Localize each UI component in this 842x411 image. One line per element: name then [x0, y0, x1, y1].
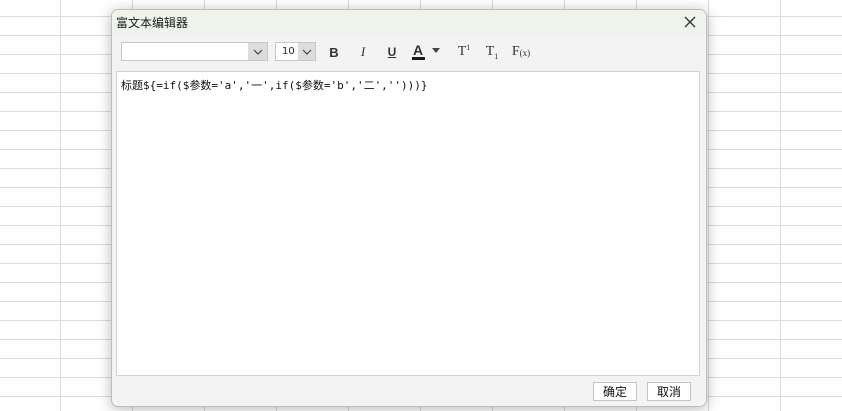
bold-button[interactable]: B [324, 42, 344, 62]
formula-button[interactable]: F (x) [509, 42, 533, 62]
superscript-icon: T [457, 44, 467, 59]
dialog-titlebar[interactable]: 富文本编辑器 [112, 10, 706, 34]
superscript-button[interactable]: T1 [453, 42, 475, 62]
editor-text: 标题${=if($参数='a','一',if($参数='b','二','')))… [121, 79, 428, 92]
close-icon [684, 16, 696, 28]
underline-button[interactable]: U [382, 42, 402, 62]
font-color-swatch [412, 57, 425, 60]
rich-text-editor-dialog: 富文本编辑器 10 B I U A T 1 T 1 F (x) 标题${=if(… [111, 9, 707, 407]
font-color-button[interactable]: A [410, 42, 444, 62]
chevron-down-icon [253, 49, 262, 55]
superscript-mark: 1 [466, 42, 471, 52]
font-size-value: 10 [282, 46, 295, 57]
subscript-icon: T [485, 44, 495, 59]
format-toolbar: 10 B I U A T1 T1 F (x) [112, 34, 706, 68]
subscript-mark: 1 [494, 51, 499, 61]
editor-content-area[interactable]: 标题${=if($参数='a','一',if($参数='b','二','')))… [116, 71, 700, 376]
font-family-dropdown-button[interactable] [248, 43, 267, 60]
italic-button[interactable]: I [353, 42, 373, 62]
caret-down-icon [432, 48, 440, 53]
ok-button[interactable]: 确定 [593, 382, 637, 401]
subscript-button[interactable]: T1 [481, 42, 503, 62]
cancel-button[interactable]: 取消 [647, 382, 691, 401]
font-size-select[interactable]: 10 [275, 42, 316, 61]
formula-mark: (x) [519, 48, 531, 58]
font-color-icon: A [413, 42, 424, 58]
close-button[interactable] [681, 13, 699, 31]
chevron-down-icon [302, 49, 311, 55]
dialog-title: 富文本编辑器 [116, 16, 189, 30]
font-family-select[interactable] [121, 42, 268, 61]
font-size-dropdown-button[interactable] [298, 43, 315, 60]
formula-icon: F [511, 44, 520, 59]
